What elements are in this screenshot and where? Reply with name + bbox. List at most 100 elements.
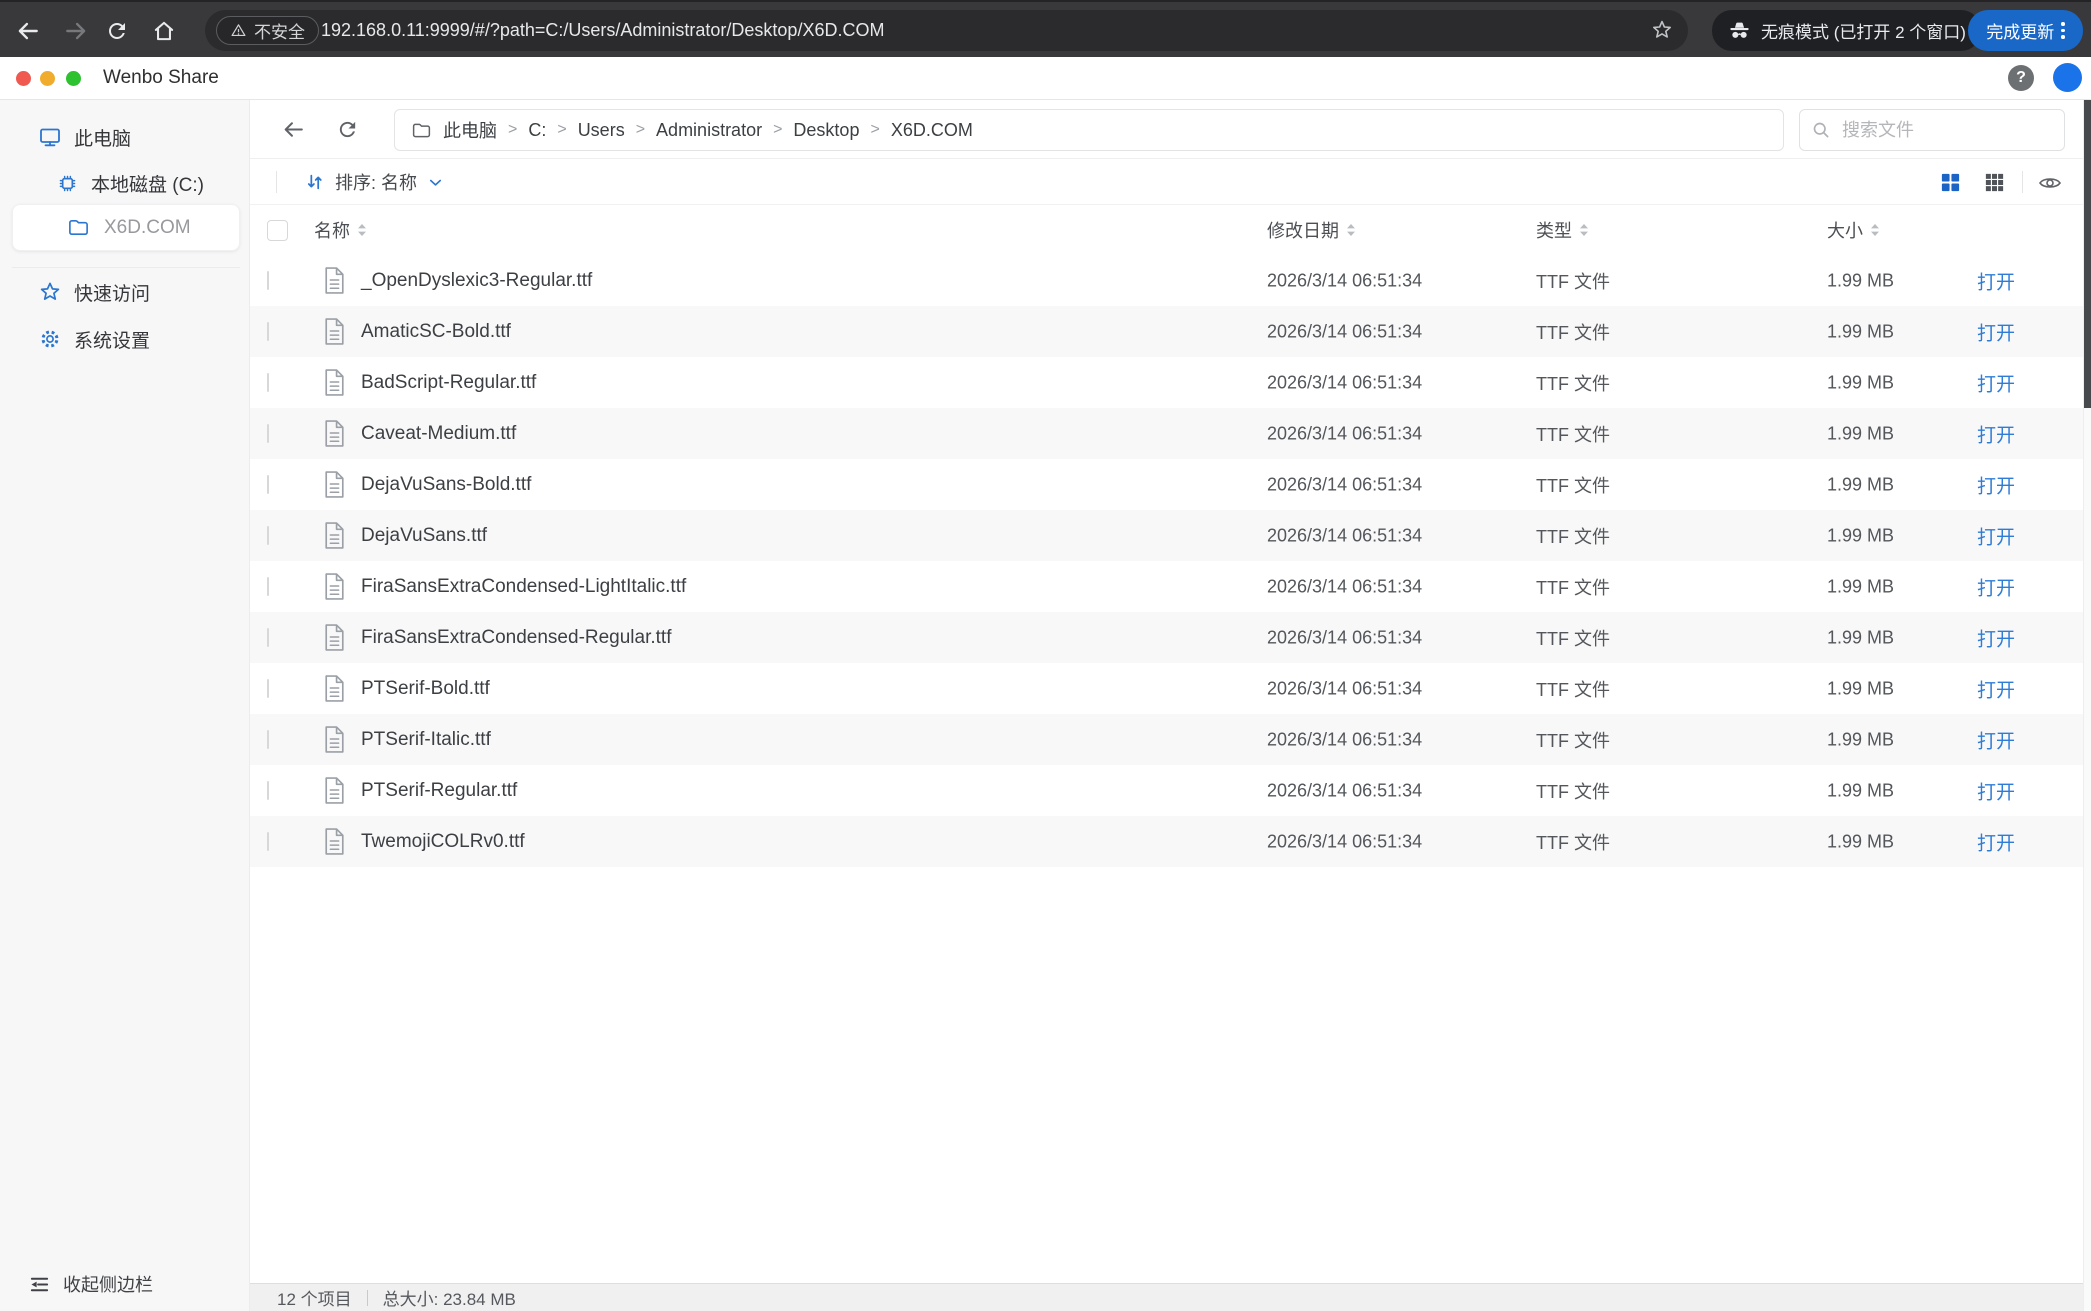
address-bar[interactable]: 不安全 192.168.0.11:9999/#/?path=C:/Users/A…	[205, 10, 1688, 51]
open-file-link[interactable]: 打开	[1977, 573, 2015, 600]
grid-3x3-icon	[1983, 171, 2006, 194]
open-file-link[interactable]: 打开	[1977, 318, 2015, 345]
file-name[interactable]: BadScript-Regular.ttf	[361, 372, 536, 394]
table-row[interactable]: PTSerif-Regular.ttf 2026/3/14 06:51:34 T…	[250, 765, 2083, 816]
collapse-sidebar-button[interactable]: 收起侧边栏	[28, 1264, 153, 1304]
row-checkbox[interactable]	[267, 679, 269, 698]
window-minimize-button[interactable]	[40, 71, 55, 86]
file-name[interactable]: Caveat-Medium.ttf	[361, 423, 516, 445]
nav-refresh-button[interactable]	[334, 116, 361, 143]
file-icon	[322, 623, 347, 653]
browser-back-button[interactable]	[14, 17, 41, 44]
table-row[interactable]: BadScript-Regular.ttf 2026/3/14 06:51:34…	[250, 357, 2083, 408]
nav-back-button[interactable]	[280, 116, 307, 143]
browser-home-button[interactable]	[150, 17, 177, 44]
breadcrumb-item[interactable]: Administrator	[656, 120, 762, 141]
file-size: 1.99 MB	[1827, 321, 1894, 342]
table-row[interactable]: AmaticSC-Bold.ttf 2026/3/14 06:51:34 TTF…	[250, 306, 2083, 357]
row-checkbox[interactable]	[267, 322, 269, 341]
browser-reload-button[interactable]	[103, 17, 130, 44]
row-checkbox[interactable]	[267, 475, 269, 494]
file-name[interactable]: PTSerif-Bold.ttf	[361, 678, 490, 700]
file-modified-date: 2026/3/14 06:51:34	[1267, 474, 1422, 495]
file-modified-date: 2026/3/14 06:51:34	[1267, 321, 1422, 342]
avatar[interactable]	[2053, 63, 2082, 92]
site-security-chip[interactable]: 不安全	[216, 16, 319, 45]
column-header-type[interactable]: 类型	[1536, 205, 1589, 255]
breadcrumb-item[interactable]: X6D.COM	[891, 120, 973, 141]
window-close-button[interactable]	[16, 71, 31, 86]
file-name[interactable]: _OpenDyslexic3-Regular.ttf	[361, 270, 592, 292]
breadcrumb-item[interactable]: 此电脑	[443, 117, 497, 143]
row-checkbox[interactable]	[267, 628, 269, 647]
sidebar-item-quick-access[interactable]: 快速访问	[38, 272, 150, 312]
file-name[interactable]: FiraSansExtraCondensed-Regular.ttf	[361, 627, 672, 649]
sidebar-item-this-pc[interactable]: 此电脑	[38, 117, 131, 157]
table-row[interactable]: FiraSansExtraCondensed-LightItalic.ttf 2…	[250, 561, 2083, 612]
table-row[interactable]: FiraSansExtraCondensed-Regular.ttf 2026/…	[250, 612, 2083, 663]
file-name[interactable]: PTSerif-Italic.ttf	[361, 729, 491, 751]
file-name[interactable]: DejaVuSans-Bold.ttf	[361, 474, 531, 496]
file-size: 1.99 MB	[1827, 270, 1894, 291]
sidebar-item-x6d-com-selected[interactable]: X6D.COM	[12, 204, 240, 251]
sidebar-item-local-disk-c[interactable]: 本地磁盘 (C:)	[56, 163, 204, 203]
row-checkbox[interactable]	[267, 271, 269, 290]
sidebar-item-label: 此电脑	[74, 124, 131, 151]
file-name[interactable]: AmaticSC-Bold.ttf	[361, 321, 511, 343]
help-button[interactable]	[2008, 65, 2034, 91]
table-row[interactable]: TwemojiCOLRv0.ttf 2026/3/14 06:51:34 TTF…	[250, 816, 2083, 867]
file-name[interactable]: PTSerif-Regular.ttf	[361, 780, 517, 802]
table-row[interactable]: DejaVuSans-Bold.ttf 2026/3/14 06:51:34 T…	[250, 459, 2083, 510]
open-file-link[interactable]: 打开	[1977, 726, 2015, 753]
row-checkbox[interactable]	[267, 832, 269, 851]
file-name[interactable]: FiraSansExtraCondensed-LightItalic.ttf	[361, 576, 686, 598]
column-header-modified[interactable]: 修改日期	[1267, 205, 1356, 255]
open-file-link[interactable]: 打开	[1977, 267, 2015, 294]
browser-menu-icon[interactable]	[2061, 22, 2065, 39]
open-file-link[interactable]: 打开	[1977, 828, 2015, 855]
page-scrollbar[interactable]	[2083, 100, 2091, 1311]
open-file-link[interactable]: 打开	[1977, 777, 2015, 804]
browser-forward-button[interactable]	[62, 17, 89, 44]
open-file-link[interactable]: 打开	[1977, 522, 2015, 549]
breadcrumb-item[interactable]: C:	[528, 120, 546, 141]
select-all-checkbox[interactable]	[267, 220, 288, 241]
file-size: 1.99 MB	[1827, 678, 1894, 699]
scrollbar-thumb[interactable]	[2084, 100, 2091, 408]
column-header-label: 大小	[1827, 217, 1863, 243]
breadcrumb-item[interactable]: Desktop	[793, 120, 859, 141]
file-name[interactable]: TwemojiCOLRv0.ttf	[361, 831, 525, 853]
breadcrumb: 此电脑>C:>Users>Administrator>Desktop>X6D.C…	[394, 109, 1784, 151]
row-checkbox[interactable]	[267, 373, 269, 392]
file-name[interactable]: DejaVuSans.ttf	[361, 525, 487, 547]
table-row[interactable]: _OpenDyslexic3-Regular.ttf 2026/3/14 06:…	[250, 255, 2083, 306]
table-row[interactable]: PTSerif-Italic.ttf 2026/3/14 06:51:34 TT…	[250, 714, 2083, 765]
browser-update-button[interactable]: 完成更新	[1968, 10, 2083, 51]
open-file-link[interactable]: 打开	[1977, 675, 2015, 702]
column-header-size[interactable]: 大小	[1827, 205, 1880, 255]
table-row[interactable]: DejaVuSans.ttf 2026/3/14 06:51:34 TTF 文件…	[250, 510, 2083, 561]
row-checkbox[interactable]	[267, 730, 269, 749]
window-maximize-button[interactable]	[66, 71, 81, 86]
table-row[interactable]: PTSerif-Bold.ttf 2026/3/14 06:51:34 TTF …	[250, 663, 2083, 714]
row-checkbox[interactable]	[267, 424, 269, 443]
breadcrumb-item[interactable]: Users	[578, 120, 625, 141]
table-row[interactable]: Caveat-Medium.ttf 2026/3/14 06:51:34 TTF…	[250, 408, 2083, 459]
item-count: 12 个项目	[277, 1285, 352, 1310]
row-checkbox[interactable]	[267, 577, 269, 596]
open-file-link[interactable]: 打开	[1977, 624, 2015, 651]
preview-toggle-button[interactable]	[2038, 171, 2061, 194]
sidebar-item-system-settings[interactable]: 系统设置	[38, 319, 150, 359]
view-grid-large-button[interactable]	[1939, 171, 1962, 194]
sort-control[interactable]: 排序: 名称	[304, 160, 445, 204]
url-text[interactable]: 192.168.0.11:9999/#/?path=C:/Users/Admin…	[321, 20, 884, 41]
view-grid-small-button[interactable]	[1983, 171, 2006, 194]
row-checkbox[interactable]	[267, 781, 269, 800]
open-file-link[interactable]: 打开	[1977, 471, 2015, 498]
open-file-link[interactable]: 打开	[1977, 420, 2015, 447]
bookmark-star-button[interactable]	[1650, 18, 1674, 42]
column-header-name[interactable]: 名称	[314, 205, 367, 255]
row-checkbox[interactable]	[267, 526, 269, 545]
search-input[interactable]	[1800, 110, 2064, 150]
open-file-link[interactable]: 打开	[1977, 369, 2015, 396]
